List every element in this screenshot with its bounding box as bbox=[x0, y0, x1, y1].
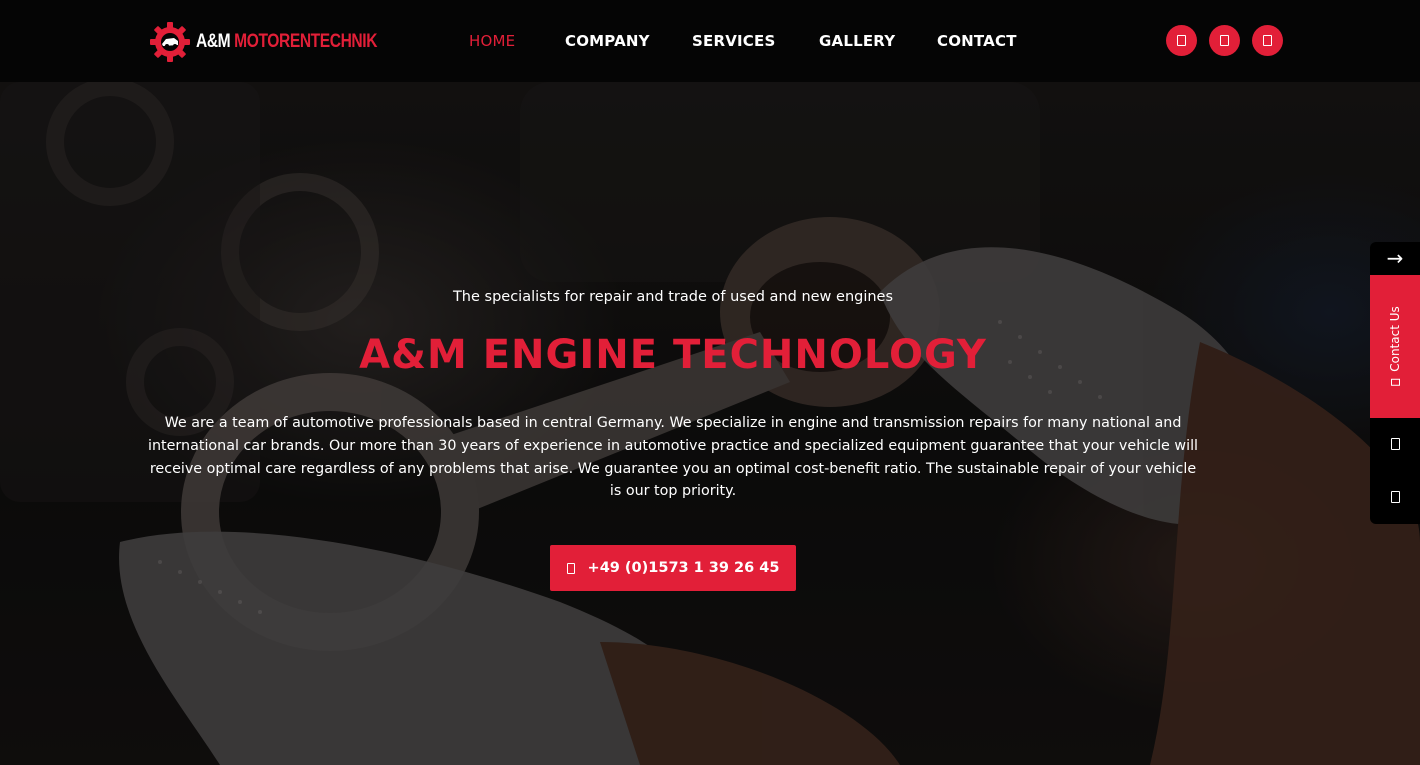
hero-section: The specialists for repair and trade of … bbox=[0, 82, 1420, 765]
nav-contact[interactable]: CONTACT bbox=[937, 31, 1017, 51]
contact-us-label-wrap: Contact Us bbox=[1388, 306, 1402, 386]
social-button-2[interactable] bbox=[1209, 25, 1240, 56]
social-icon bbox=[1177, 35, 1186, 46]
logo-text-part2: MOTORENTECHNIK bbox=[234, 31, 378, 52]
site-header: A&M MOTORENTECHNIK HOME COMPANY SERVICES… bbox=[0, 0, 1420, 82]
contact-us-label: Contact Us bbox=[1388, 306, 1402, 372]
phone-call-button[interactable]: +49 (0)1573 1 39 26 45 bbox=[550, 545, 796, 591]
nav-gallery[interactable]: GALLERY bbox=[819, 31, 895, 51]
social-button-1[interactable] bbox=[1166, 25, 1197, 56]
social-icon bbox=[1263, 35, 1272, 46]
logo-text: A&M MOTORENTECHNIK bbox=[196, 21, 377, 63]
hero-title: A&M ENGINE TECHNOLOGY bbox=[359, 332, 987, 378]
phone-icon bbox=[566, 562, 575, 574]
gear-logo-icon bbox=[150, 22, 190, 62]
side-icon-1[interactable] bbox=[1391, 438, 1400, 450]
social-button-3[interactable] bbox=[1252, 25, 1283, 56]
envelope-icon bbox=[1390, 378, 1400, 386]
side-contact-widget: → Contact Us bbox=[1370, 242, 1420, 524]
logo[interactable]: A&M MOTORENTECHNIK bbox=[149, 21, 417, 63]
hero-description: We are a team of automotive professional… bbox=[147, 415, 1199, 500]
logo-text-part1: A&M bbox=[196, 31, 231, 52]
social-icon bbox=[1220, 35, 1229, 46]
nav-home[interactable]: HOME bbox=[469, 31, 515, 51]
phone-number: +49 (0)1573 1 39 26 45 bbox=[587, 560, 780, 576]
nav-services[interactable]: SERVICES bbox=[692, 31, 775, 51]
nav-company[interactable]: COMPANY bbox=[565, 31, 650, 51]
side-icon-2[interactable] bbox=[1391, 491, 1400, 503]
contact-us-tab[interactable]: Contact Us bbox=[1370, 275, 1420, 418]
arrow-right-icon[interactable]: → bbox=[1370, 242, 1420, 275]
hero-tagline: The specialists for repair and trade of … bbox=[452, 289, 894, 305]
